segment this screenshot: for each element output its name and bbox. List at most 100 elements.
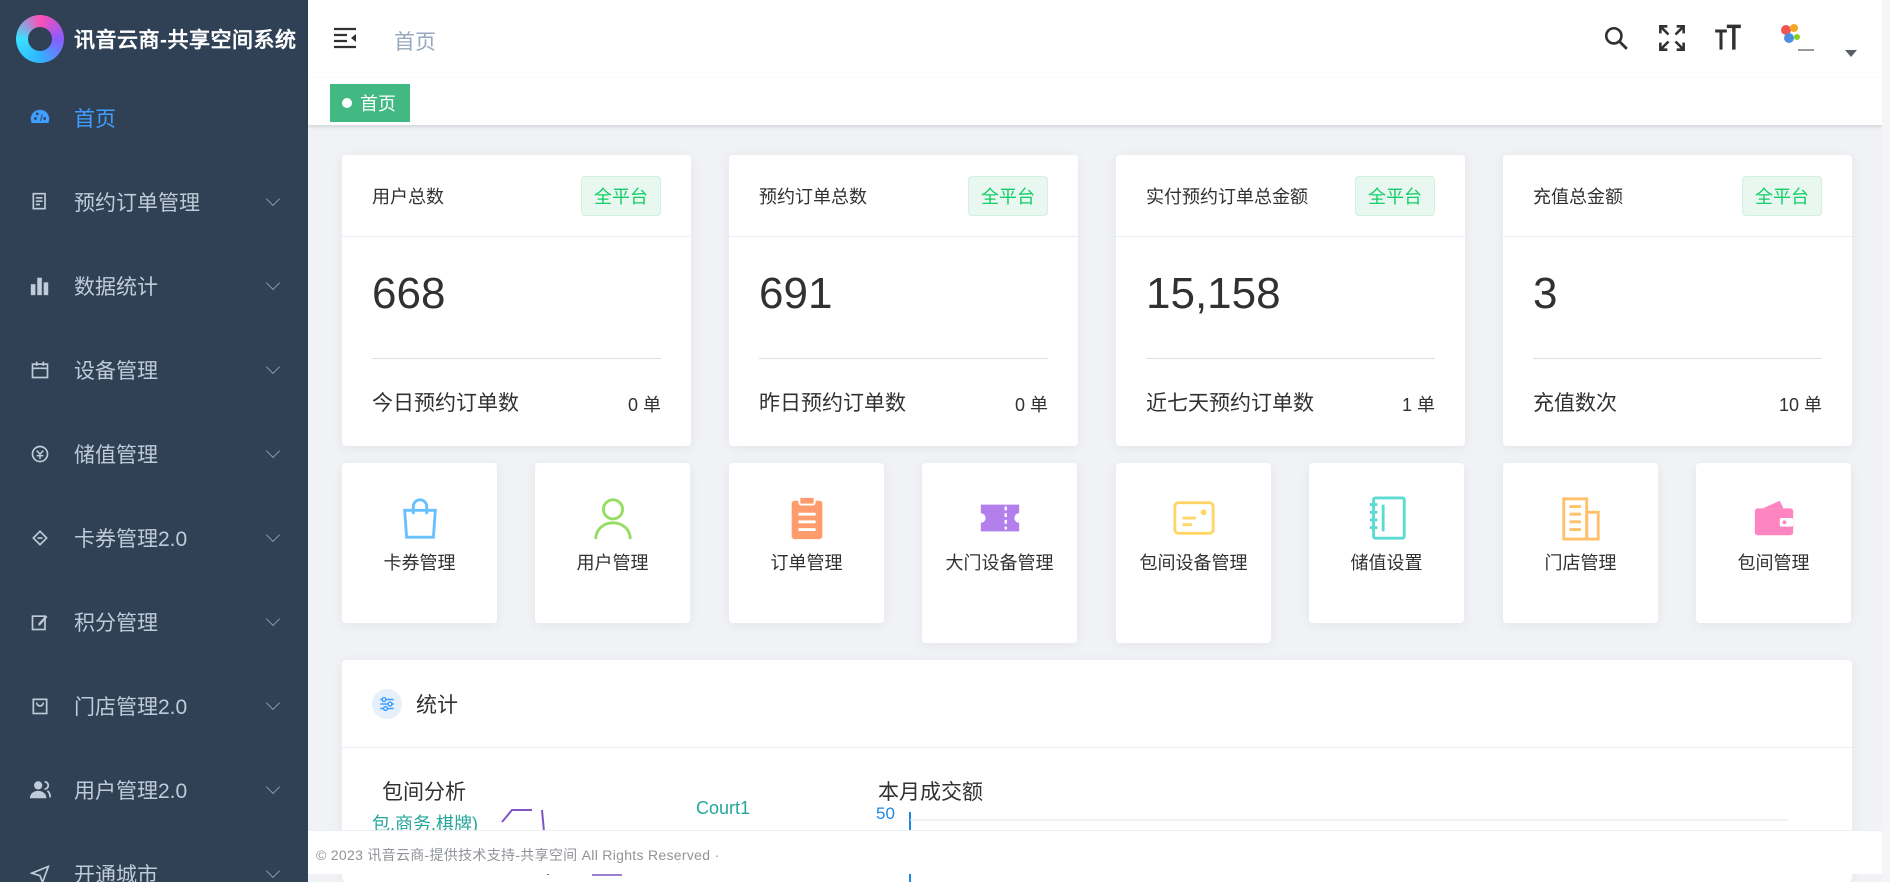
sidebar-item-coupons[interactable]: 卡券管理2.0 (0, 496, 308, 580)
logo[interactable]: 讯音云商-共享空间系统 (0, 0, 308, 78)
sidebar-item-home[interactable]: 首页 (0, 76, 308, 160)
sidebar-item-label: 卡券管理2.0 (74, 528, 188, 551)
stat-value: 668 (372, 269, 446, 318)
quick-link-label: 包间设备管理 (1139, 553, 1248, 573)
tag-label: 首页 (360, 94, 396, 114)
stat-sub-value: 1 单 (1401, 395, 1435, 415)
status-badge: 全平台 (1355, 175, 1435, 216)
stat-card-recharge: 充值总金额 全平台 3 充值数次 10 单 (1503, 155, 1852, 446)
sidebar-item-label: 首页 (74, 108, 116, 131)
chevron-down-icon (265, 443, 281, 459)
tag-home[interactable]: 首页 (330, 84, 410, 122)
send-icon (28, 862, 52, 882)
scrollbar[interactable] (1882, 0, 1890, 882)
sidebar-item-label: 积分管理 (74, 612, 158, 635)
chevron-down-icon (265, 863, 281, 879)
stat-card-paid-amount: 实付预约订单总金额 全平台 15,158 近七天预约订单数 1 单 (1116, 155, 1465, 446)
quick-link-coupons[interactable]: 卡券管理 (342, 463, 497, 623)
sidebar-item-data-stats[interactable]: 数据统计 (0, 244, 308, 328)
divider (1146, 358, 1435, 359)
wallet-icon (1754, 500, 1793, 536)
users-icon (28, 778, 52, 802)
hamburger-icon[interactable] (332, 26, 358, 50)
footer: © 2023 讯音云商-提供技术支持-共享空间 All Rights Reser… (308, 830, 1882, 874)
bar-chart-icon (28, 274, 52, 298)
stat-title: 预约订单总数 (759, 186, 867, 207)
chevron-down-icon (265, 611, 281, 627)
card-icon (1172, 501, 1215, 535)
chevron-down-icon (265, 359, 281, 375)
shop-icon (28, 694, 52, 718)
sidebar-item-label: 预约订单管理 (74, 192, 200, 215)
tags-view: 首页 (308, 78, 1882, 126)
dot-icon (342, 98, 352, 108)
quick-link-orders[interactable]: 订单管理 (729, 463, 884, 623)
stat-sub-label: 今日预约订单数 (372, 392, 519, 415)
sidebar-item-users[interactable]: 用户管理2.0 (0, 748, 308, 832)
quick-link-label: 卡券管理 (383, 553, 456, 573)
dashboard-icon (28, 106, 52, 130)
stat-value: 691 (759, 269, 833, 318)
y-tick-label: 50 (876, 804, 895, 823)
sidebar-item-label: 门店管理2.0 (74, 696, 188, 719)
stat-sub-value: 10 单 (1778, 395, 1822, 415)
chevron-down-icon (265, 191, 281, 207)
chevron-down-icon (265, 275, 281, 291)
notebook-icon (1369, 496, 1406, 540)
status-badge: 全平台 (581, 175, 661, 216)
sidebar-item-label: 储值管理 (74, 444, 158, 467)
user-icon (593, 498, 632, 540)
chevron-down-icon (265, 779, 281, 795)
fullscreen-icon[interactable] (1656, 22, 1688, 54)
stat-card-users: 用户总数 全平台 668 今日预约订单数 0 单 (342, 155, 691, 446)
divider (372, 358, 661, 359)
breadcrumb[interactable]: 首页 (394, 26, 436, 56)
sidebar-item-label: 用户管理2.0 (74, 780, 188, 803)
quick-link-stores[interactable]: 门店管理 (1503, 463, 1658, 623)
sidebar-item-label: 开通城市 (74, 864, 158, 882)
quick-link-room-devices[interactable]: 包间设备管理 (1116, 463, 1271, 643)
quick-link-gate-devices[interactable]: 大门设备管理 (922, 463, 1077, 643)
monthly-revenue-title: 本月成交额 (878, 781, 983, 804)
quick-link-rooms[interactable]: 包间管理 (1696, 463, 1851, 623)
sidebar-item-cities[interactable]: 开通城市 (0, 832, 308, 882)
quick-link-label: 订单管理 (770, 553, 843, 573)
app-title: 讯音云商-共享空间系统 (74, 29, 297, 52)
logo-icon (16, 15, 64, 63)
clipboard-icon (791, 495, 822, 540)
avatar[interactable] (1774, 20, 1818, 60)
calendar-icon (28, 358, 52, 382)
copyright: © 2023 讯音云商-提供技术支持-共享空间 All Rights Reser… (316, 847, 720, 863)
stat-title: 充值总金额 (1533, 186, 1623, 207)
quick-link-label: 包间管理 (1737, 553, 1810, 573)
sidebar-item-stored-value[interactable]: 储值管理 (0, 412, 308, 496)
quick-link-label: 储值设置 (1350, 553, 1423, 573)
quick-link-stored-value-settings[interactable]: 储值设置 (1309, 463, 1464, 623)
sankey-node-label: Court1 (696, 798, 751, 818)
sidebar-item-stores[interactable]: 门店管理2.0 (0, 664, 308, 748)
sidebar-item-label: 数据统计 (74, 276, 158, 299)
stat-sub-value: 0 单 (1014, 395, 1048, 415)
divider (759, 358, 1048, 359)
sidebar-item-points[interactable]: 积分管理 (0, 580, 308, 664)
document-icon (28, 190, 52, 214)
stat-value: 3 (1533, 269, 1558, 318)
stat-sub-label: 近七天预约订单数 (1146, 392, 1314, 415)
sliders-icon (372, 688, 402, 719)
edit-icon (28, 610, 52, 634)
chevron-down-icon (265, 695, 281, 711)
sidebar-item-booking-orders[interactable]: 预约订单管理 (0, 160, 308, 244)
stat-sub-value: 0 单 (627, 395, 661, 415)
status-badge: 全平台 (968, 175, 1048, 216)
stat-sub-label: 昨日预约订单数 (759, 392, 906, 415)
divider (1533, 358, 1822, 359)
font-size-icon[interactable] (1712, 22, 1744, 54)
quick-link-users[interactable]: 用户管理 (535, 463, 690, 623)
search-icon[interactable] (1600, 22, 1632, 54)
sidebar-item-devices[interactable]: 设备管理 (0, 328, 308, 412)
chevron-down-icon (265, 527, 281, 543)
sidebar-item-label: 设备管理 (74, 360, 158, 383)
quick-link-label: 大门设备管理 (945, 553, 1054, 573)
chevron-down-icon[interactable] (1845, 50, 1857, 57)
stat-title: 实付预约订单总金额 (1146, 186, 1308, 207)
